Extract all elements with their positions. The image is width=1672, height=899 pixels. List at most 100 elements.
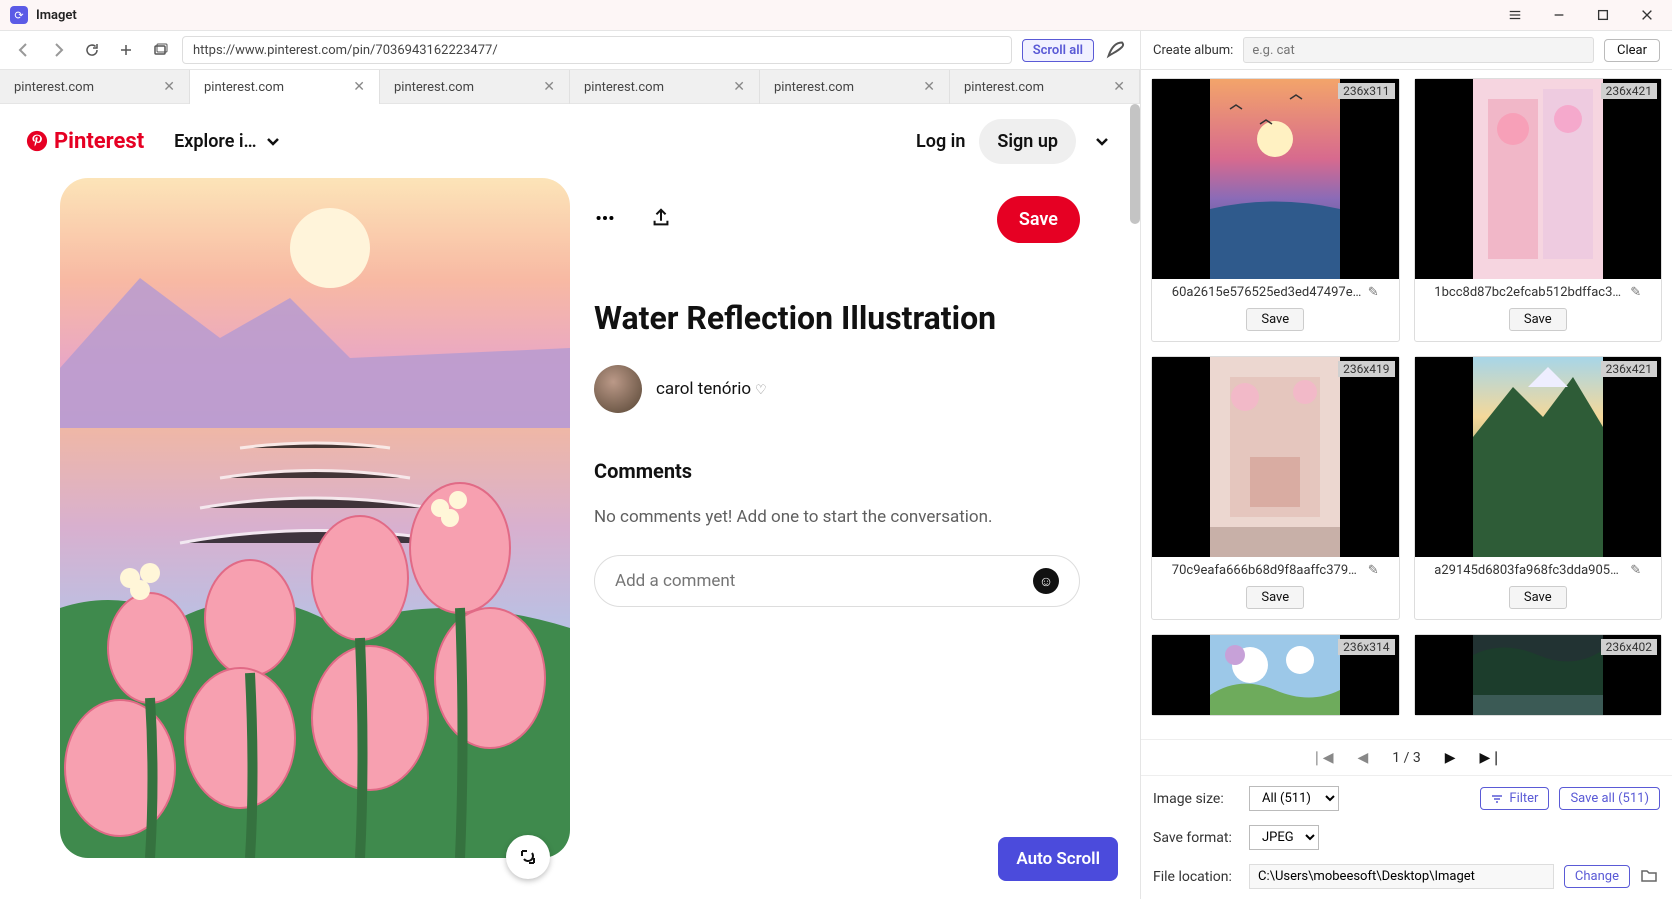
comment-input[interactable]	[615, 571, 1033, 591]
maximize-icon[interactable]	[1588, 3, 1618, 27]
thumb-meta: a29145d6803fa968fc3dda9055e3723f.jpg ✎ Sa…	[1415, 557, 1662, 619]
emoji-icon[interactable]: ☺	[1033, 568, 1059, 594]
tab-3[interactable]: pinterest.com✕	[570, 70, 760, 104]
explore-label: Explore i…	[174, 131, 256, 152]
paint-icon[interactable]	[1104, 38, 1128, 62]
tab-close-icon[interactable]: ✕	[163, 79, 175, 95]
tab-strip: pinterest.com ✕ pinterest.com ✕ pinterest.…	[0, 70, 1140, 104]
comment-input-wrap[interactable]: ☺	[594, 555, 1080, 607]
tab-5[interactable]: pinterest.com ✕	[950, 70, 1140, 104]
author-name: carol tenório♡	[656, 379, 767, 399]
no-comments-text: No comments yet! Add one to start the co…	[594, 507, 1080, 527]
thumb-card[interactable]: 236x402	[1414, 634, 1663, 716]
thumb-card[interactable]: 236x419 70c9eafa666b68d9f8aaffc3796690e2…	[1151, 356, 1400, 620]
share-icon[interactable]	[650, 207, 672, 233]
save-format-row: Save format: JPEG	[1153, 825, 1660, 850]
thumb-card[interactable]: 236x421 a29145d6803fa968fc3dda9055e3723f…	[1414, 356, 1663, 620]
dimension-badge: 236x419	[1338, 361, 1394, 377]
save-format-select[interactable]: JPEG	[1249, 825, 1319, 850]
pager-text: 1 / 3	[1392, 750, 1420, 766]
dimension-badge: 236x314	[1338, 639, 1394, 655]
auto-scroll-button[interactable]: Auto Scroll	[998, 837, 1118, 881]
pager-first-icon[interactable]: ❘◀	[1311, 750, 1334, 766]
thumb-image: 236x314	[1152, 635, 1399, 715]
tab-label: pinterest.com	[14, 80, 94, 95]
tab-2[interactable]: pinterest.com ✕	[380, 70, 570, 104]
folder-icon[interactable]	[1640, 866, 1660, 888]
tab-close-icon[interactable]: ✕	[923, 79, 935, 95]
signup-button[interactable]: Sign up	[979, 119, 1076, 164]
thumb-save-button[interactable]: Save	[1509, 308, 1567, 331]
tab-label: pinterest.com	[964, 80, 1044, 95]
image-size-label: Image size:	[1153, 791, 1239, 807]
right-toolbar: Create album: Clear	[1141, 30, 1672, 70]
titlebar-right	[1500, 3, 1662, 27]
pinterest-header: Pinterest Explore i… Log in Sign up	[0, 104, 1140, 178]
dimension-badge: 236x421	[1601, 83, 1657, 99]
edit-icon[interactable]: ✎	[1630, 563, 1641, 578]
right-controls: Image size: All (511) Filter Save all (5…	[1141, 775, 1672, 899]
expand-icon[interactable]	[506, 835, 550, 879]
pager-next-icon[interactable]: ▶	[1445, 750, 1456, 766]
edit-icon[interactable]: ✎	[1630, 285, 1641, 300]
pin-details: Save Water Reflection Illustration carol…	[594, 178, 1080, 899]
scroll-all-button[interactable]: Scroll all	[1022, 39, 1094, 62]
tab-close-icon[interactable]: ✕	[733, 79, 745, 95]
image-size-select[interactable]: All (511)	[1249, 786, 1339, 811]
chevron-down-icon[interactable]	[1090, 129, 1114, 153]
author-row[interactable]: carol tenório♡	[594, 365, 1080, 413]
thumb-filename: a29145d6803fa968fc3dda9055e3723f.jpg	[1434, 563, 1624, 578]
tabs-overview-icon[interactable]	[148, 38, 172, 62]
save-pin-button[interactable]: Save	[997, 196, 1080, 243]
file-location-label: File location:	[1153, 869, 1239, 885]
tab-close-icon[interactable]: ✕	[1113, 79, 1125, 95]
thumb-card[interactable]: 236x421 1bcc8d87bc2efcab512bdffac3cace5b…	[1414, 78, 1663, 342]
pager-prev-icon[interactable]: ◀	[1357, 750, 1368, 766]
thumb-save-button[interactable]: Save	[1246, 308, 1304, 331]
tab-label: pinterest.com	[394, 80, 474, 95]
change-button[interactable]: Change	[1564, 865, 1630, 888]
thumb-save-button[interactable]: Save	[1246, 586, 1304, 609]
pin-image[interactable]	[60, 178, 570, 858]
thumb-image: 236x419	[1152, 357, 1399, 557]
explore-dropdown[interactable]: Explore i…	[174, 131, 280, 152]
hamburger-icon[interactable]	[1500, 3, 1530, 27]
pin-title: Water Reflection Illustration	[594, 299, 1080, 337]
album-input[interactable]	[1243, 37, 1594, 63]
filter-icon	[1491, 793, 1503, 805]
login-button[interactable]: Log in	[916, 131, 965, 152]
titlebar-left: ⟳ Imaget	[10, 6, 77, 24]
pinterest-logo[interactable]: Pinterest	[26, 129, 144, 154]
edit-icon[interactable]: ✎	[1368, 563, 1379, 578]
pager-last-icon[interactable]: ▶❘	[1480, 750, 1503, 766]
reload-icon[interactable]	[80, 38, 104, 62]
new-tab-icon[interactable]	[114, 38, 138, 62]
more-icon[interactable]	[594, 207, 616, 233]
pin-body: Save Water Reflection Illustration carol…	[0, 178, 1140, 899]
back-icon[interactable]	[12, 38, 36, 62]
minimize-icon[interactable]	[1544, 3, 1574, 27]
avatar	[594, 365, 642, 413]
tab-close-icon[interactable]: ✕	[353, 79, 365, 95]
thumb-card[interactable]: 236x311 60a2615e576525ed3ed47497ebb71b62…	[1151, 78, 1400, 342]
tab-1[interactable]: pinterest.com ✕	[190, 70, 380, 104]
pin-image-wrap	[60, 178, 570, 899]
file-location-input[interactable]	[1249, 864, 1554, 889]
header-right: Log in Sign up	[916, 119, 1114, 164]
tab-close-icon[interactable]: ✕	[543, 79, 555, 95]
tab-4[interactable]: pinterest.com✕	[760, 70, 950, 104]
thumb-save-button[interactable]: Save	[1509, 586, 1567, 609]
save-all-button[interactable]: Save all (511)	[1559, 787, 1660, 810]
pin-action-row: Save	[594, 196, 1080, 243]
thumb-card[interactable]: 236x314	[1151, 634, 1400, 716]
clear-button[interactable]: Clear	[1604, 39, 1660, 62]
tab-0[interactable]: pinterest.com ✕	[0, 70, 190, 104]
url-input[interactable]	[182, 36, 1012, 64]
close-icon[interactable]	[1632, 3, 1662, 27]
filter-button[interactable]: Filter	[1480, 787, 1549, 810]
thumb-image: 236x402	[1415, 635, 1662, 715]
edit-icon[interactable]: ✎	[1368, 285, 1379, 300]
comments-heading: Comments	[594, 459, 1080, 483]
tab-label: pinterest.com	[204, 80, 284, 95]
forward-icon[interactable]	[46, 38, 70, 62]
